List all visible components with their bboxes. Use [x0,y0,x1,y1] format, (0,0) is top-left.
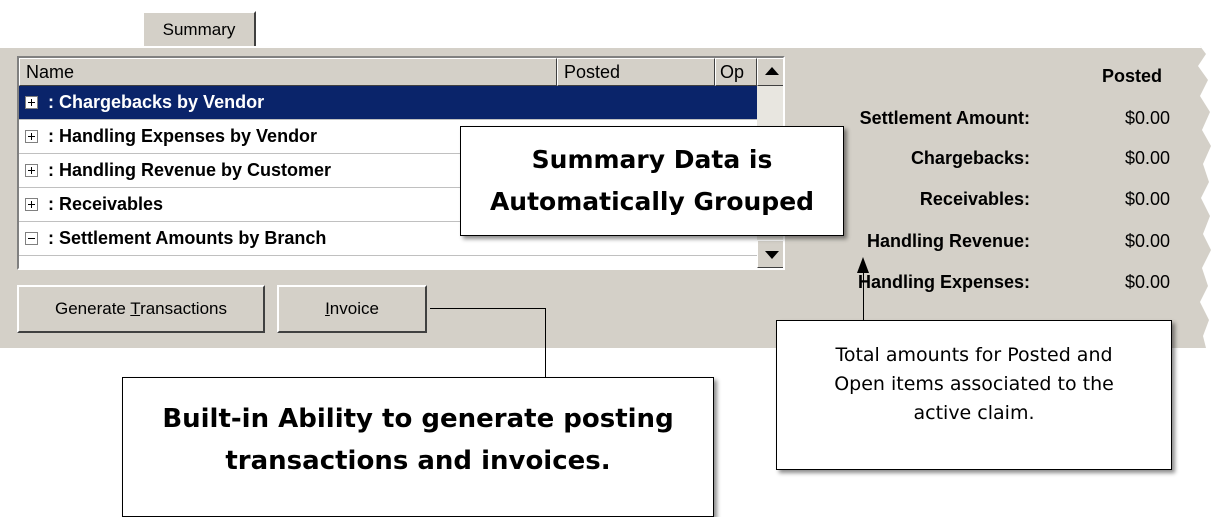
connector-line [430,308,546,309]
scroll-down-arrow-icon[interactable] [757,240,783,268]
connector-line [545,308,546,378]
callout-grouped: Summary Data is Automatically Grouped [460,126,844,236]
total-handling-expenses: Handling Expenses: $0.00 [790,272,1180,302]
expand-icon[interactable] [25,198,38,211]
expand-icon[interactable] [25,130,38,143]
connector-line [863,270,864,320]
generate-label-pre: Generate [55,299,131,318]
tab-summary[interactable]: Summary [142,11,256,46]
total-value: $0.00 [1124,231,1170,251]
total-chargebacks: Chargebacks: $0.00 [790,148,1180,178]
total-label: Chargebacks: [910,148,1030,168]
total-receivables: Receivables: $0.00 [790,189,1180,219]
grid-header: Name Posted Op [19,58,757,86]
total-value: $0.00 [1124,108,1170,128]
group-row-chargebacks[interactable]: : Chargebacks by Vendor [19,86,757,120]
total-handling-revenue: Handling Revenue: $0.00 [790,231,1180,261]
total-settlement-amount: Settlement Amount: $0.00 [790,108,1180,138]
group-row-label: : Receivables [48,194,164,214]
group-row-label: : Settlement Amounts by Branch [48,228,327,248]
totals-section: Posted Settlement Amount: $0.00 Chargeba… [790,58,1190,308]
invoice-button[interactable]: Invoice [277,285,427,333]
column-header-open[interactable]: Op [715,58,757,86]
total-label: Settlement Amount: [859,108,1030,128]
generate-transactions-button[interactable]: Generate Transactions [17,285,265,333]
callout-generate: Built-in Ability to generate posting tra… [122,377,714,517]
scroll-up-arrow-icon[interactable] [757,58,783,86]
total-value: $0.00 [1124,189,1170,209]
group-row-label: : Chargebacks by Vendor [48,92,265,112]
total-label: Handling Revenue: [866,231,1030,251]
generate-accel: T [130,299,141,318]
group-row-label: : Handling Expenses by Vendor [48,126,318,146]
callout-totals: Total amounts for Posted and Open items … [776,320,1172,470]
callout-text: active claim. [913,402,1035,424]
callout-text: Open items associated to the [834,373,1114,395]
collapse-icon[interactable] [25,232,38,245]
expand-icon[interactable] [25,96,38,109]
total-value: $0.00 [1124,148,1170,168]
callout-text: Built-in Ability to generate posting [162,404,674,434]
group-row-label: : Handling Revenue by Customer [48,160,332,180]
invoice-label-post: nvoice [329,299,379,318]
total-value: $0.00 [1124,272,1170,292]
totals-posted-header: Posted [1101,66,1162,86]
generate-label-post: ransactions [140,299,227,318]
total-label: Handling Expenses: [857,272,1030,292]
callout-text: transactions and invoices. [225,446,611,476]
column-header-name[interactable]: Name [19,58,557,86]
callout-text: Summary Data is [531,145,773,174]
callout-text: Total amounts for Posted and [835,344,1113,366]
callout-text: Automatically Grouped [489,187,815,216]
expand-icon[interactable] [25,164,38,177]
column-header-posted[interactable]: Posted [557,58,715,86]
arrow-up-icon [857,257,869,273]
total-label: Receivables: [919,189,1030,209]
